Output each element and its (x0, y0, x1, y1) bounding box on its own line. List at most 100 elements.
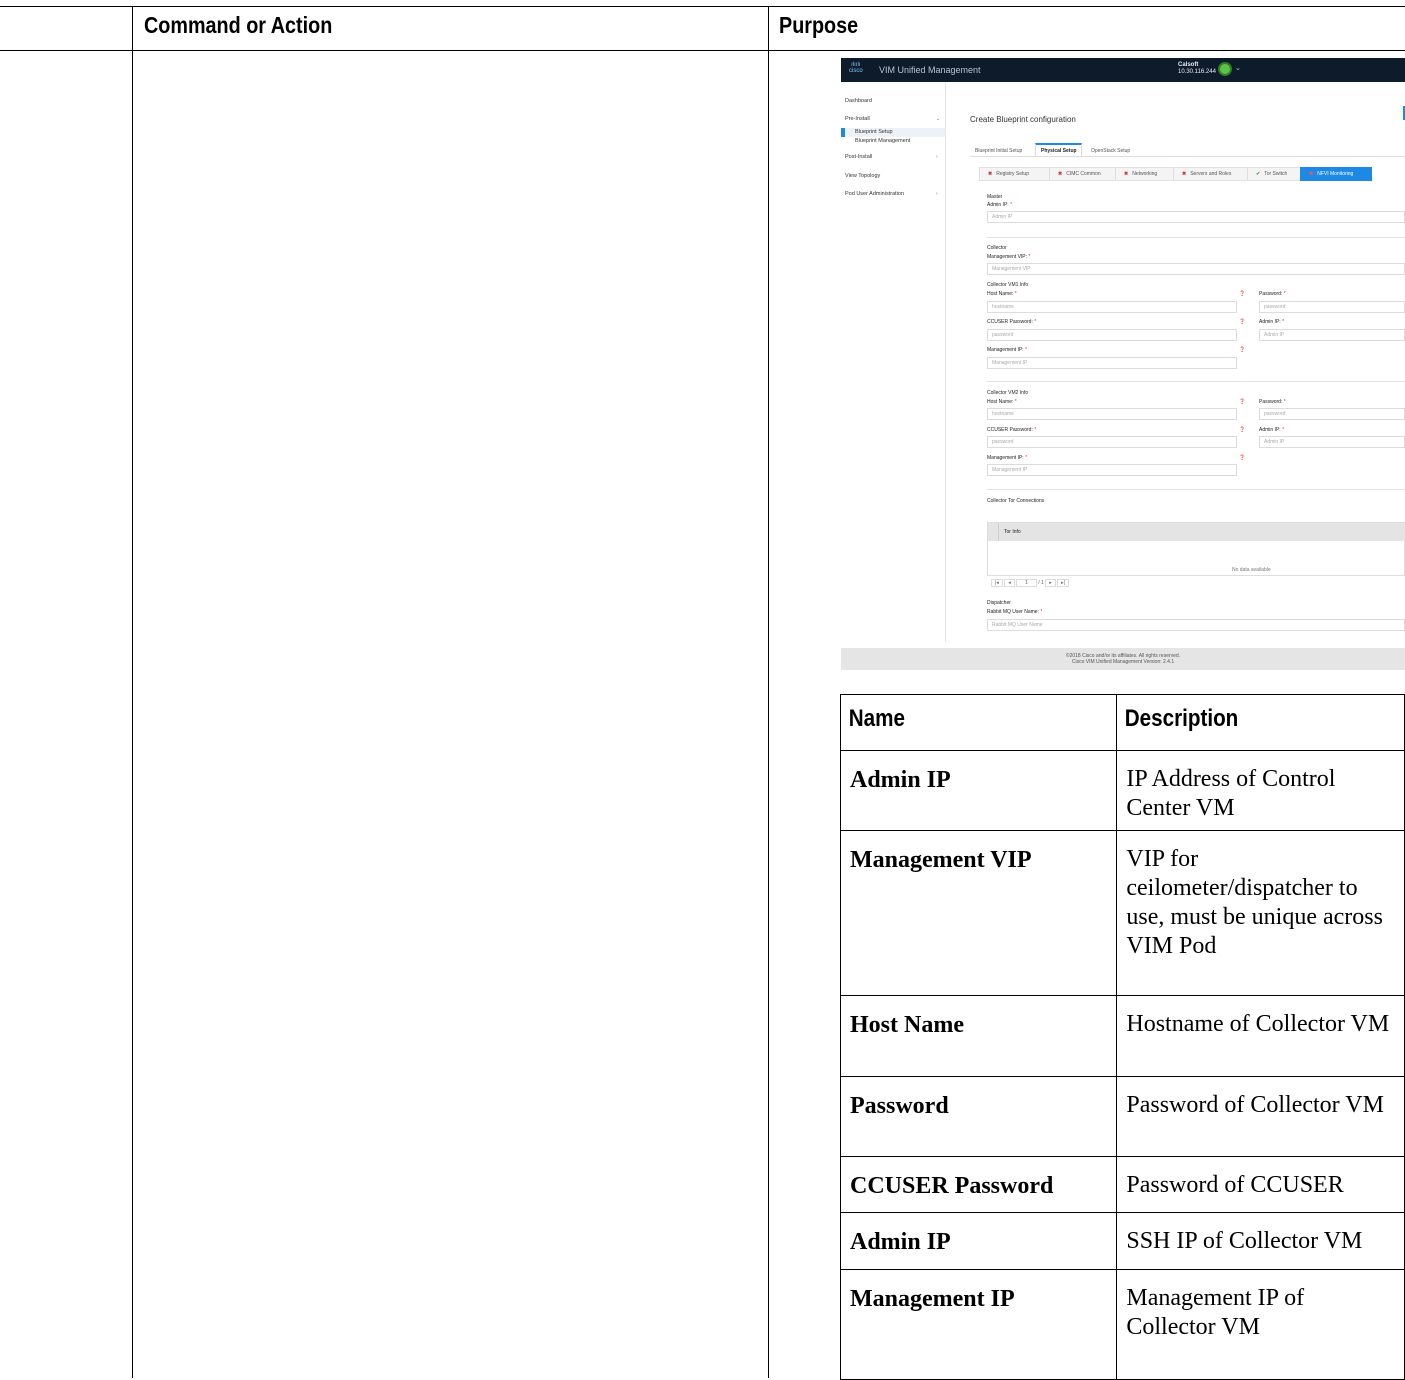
step-registry-setup[interactable]: ✖ Registry Setup (979, 167, 1053, 181)
vm2-password-input[interactable]: password (1259, 408, 1405, 420)
empty-state-text: No data available (1232, 567, 1271, 573)
chevron-down-icon[interactable]: ⌄ (1235, 64, 1241, 72)
rabbit-mq-label: Rabbit MQ User Name: * (987, 609, 1042, 615)
step-cimc-common[interactable]: ✖ CIMC Common (1049, 167, 1119, 181)
table-row: Admin IP SSH IP of Collector VM (839, 1212, 1405, 1270)
sidebar-item-blueprint-management[interactable]: Blueprint Management (855, 138, 910, 144)
required-mark: * (1010, 202, 1013, 208)
description-column-header: Description (1116, 694, 1405, 751)
row-select-column (988, 523, 999, 541)
field-name: Management IP (839, 1269, 1118, 1380)
vm2-ccuser-input[interactable]: password (987, 436, 1237, 448)
step-networking[interactable]: ✖ Networking (1115, 167, 1177, 181)
vm1-password-label: Password: * (1259, 291, 1286, 297)
field-description: Management IP of Collector VM (1116, 1269, 1405, 1380)
help-icon[interactable]: ❓ (1239, 291, 1245, 297)
prev-page-icon[interactable]: ◂ (1004, 579, 1015, 587)
required-mark: * (1034, 427, 1037, 433)
field-label: CCUSER Password: (987, 427, 1033, 433)
table-row: CCUSER Password Password of CCUSER (839, 1156, 1405, 1213)
step-nfvi-monitoring[interactable]: ✖ NFVI Monitoring (1300, 167, 1372, 181)
name-column-header: Name (839, 694, 1118, 751)
first-page-icon[interactable]: |◂ (991, 579, 1003, 587)
header-label: Description (1125, 705, 1239, 732)
section-master: Master (987, 194, 1003, 200)
sidebar-item-label: Blueprint Management (855, 138, 911, 144)
vm2-host-name-label: Host Name: * (987, 399, 1017, 405)
sidebar-item-blueprint-setup[interactable]: Blueprint Setup (855, 129, 893, 135)
sidebar-selected-indicator (841, 128, 845, 137)
tab-physical-setup[interactable]: Physical Setup (1041, 148, 1077, 154)
vm1-admin-ip-input[interactable]: Admin IP (1259, 329, 1405, 341)
chevron-right-icon: › (936, 154, 938, 160)
required-mark: * (1282, 427, 1285, 433)
help-icon[interactable]: ❓ (1239, 399, 1245, 405)
rabbit-mq-user-input[interactable]: Rabbit MQ User Name (987, 619, 1405, 631)
table-header: Tor Info (988, 523, 1405, 541)
step-label: Servers and Roles (1190, 171, 1232, 177)
field-label: Rabbit MQ User Name: (987, 609, 1039, 615)
account-info[interactable]: Calsoft 10.30.116.244 (1178, 62, 1216, 76)
vm1-management-ip-input[interactable]: Management IP (987, 357, 1237, 369)
section-divider (987, 381, 1405, 382)
vm2-host-name-input[interactable]: hostname (987, 408, 1237, 420)
error-icon: ✖ (988, 171, 993, 177)
vm2-management-ip-input[interactable]: Management IP (987, 464, 1237, 476)
tab-openstack-setup[interactable]: OpenStack Setup (1091, 148, 1130, 154)
vm2-admin-ip-input[interactable]: Admin IP (1259, 436, 1405, 448)
next-page-icon[interactable]: ▸ (1045, 579, 1056, 587)
field-name: Host Name (839, 995, 1118, 1077)
section-divider (987, 237, 1405, 238)
field-label: Management IP: (987, 347, 1024, 353)
step-tor-switch[interactable]: ✔ Tor Switch (1247, 167, 1302, 181)
sidebar-item-label: View Topology (845, 173, 881, 179)
admin-ip-input[interactable]: Admin IP (987, 211, 1405, 223)
sidebar-item-view-topology[interactable]: View Topology (845, 173, 880, 179)
vm1-host-name-input[interactable]: hostname (987, 301, 1237, 313)
step-label: Registry Setup (996, 171, 1029, 177)
management-vip-input[interactable]: Management VIP (987, 263, 1405, 275)
header-bottom-border (0, 50, 1405, 51)
vm2-password-label: Password: * (1259, 399, 1286, 405)
page-total: / 1 (1038, 580, 1044, 586)
required-mark: * (1014, 291, 1017, 297)
required-mark: * (1025, 455, 1028, 461)
sidebar-item-pre-install[interactable]: Pre-Install ⌄ (845, 116, 940, 122)
last-page-icon[interactable]: ▸| (1057, 579, 1069, 587)
column-divider-2 (768, 6, 769, 1378)
field-label: Management VIP: (987, 254, 1028, 260)
help-icon[interactable]: ❓ (1239, 347, 1245, 353)
tab-blueprint-initial-setup[interactable]: Blueprint Initial Setup (975, 148, 1022, 154)
app-footer: ©2018 Cisco and/or its affiliates. All r… (841, 648, 1405, 670)
tor-info-column-header: Tor Info (1004, 529, 1021, 535)
app-title: VIM Unified Management (879, 65, 981, 75)
sidebar-item-post-install[interactable]: Post-Install › (845, 154, 938, 160)
avatar[interactable] (1218, 62, 1232, 76)
sidebar-item-pod-user-admin[interactable]: Pod User Administration › (845, 191, 938, 197)
page-number-input[interactable]: 1 (1016, 579, 1037, 587)
required-mark: * (1040, 609, 1043, 615)
sidebar-item-label: Pre-Install (845, 116, 870, 122)
section-collector-vm2: Collector VM2 Info (987, 390, 1029, 396)
help-icon[interactable]: ❓ (1239, 427, 1245, 433)
error-icon: ✖ (1058, 171, 1063, 177)
app-top-bar: ılıılı cisco VIM Unified Management Calso… (841, 58, 1405, 82)
step-servers-and-roles[interactable]: ✖ Servers and Roles (1173, 167, 1251, 181)
chevron-down-icon: ⌄ (936, 116, 941, 122)
vm1-ccuser-input[interactable]: password (987, 329, 1237, 341)
step-label: Tor Switch (1264, 171, 1288, 177)
version-text: Cisco VIM Unified Management Version: 2.… (1071, 659, 1175, 665)
required-mark: * (1025, 347, 1028, 353)
field-name: Admin IP (839, 1212, 1118, 1270)
error-icon: ✖ (1124, 171, 1129, 177)
field-name: Password (839, 1076, 1118, 1157)
vm1-password-input[interactable]: password (1259, 301, 1405, 313)
help-icon[interactable]: ❓ (1239, 455, 1245, 461)
wizard-steps: ✖ Registry Setup ✖ CIMC Common ✖ Networking… (979, 167, 1405, 181)
sidebar-item-dashboard[interactable]: Dashboard (845, 98, 872, 104)
help-icon[interactable]: ❓ (1239, 319, 1245, 325)
field-label: Password: (1259, 399, 1283, 405)
field-description: SSH IP of Collector VM (1116, 1212, 1405, 1270)
page-title: Create Blueprint configuration (970, 115, 1076, 124)
table-row: Management VIP VIP for ceilometer/dispat… (839, 830, 1405, 996)
